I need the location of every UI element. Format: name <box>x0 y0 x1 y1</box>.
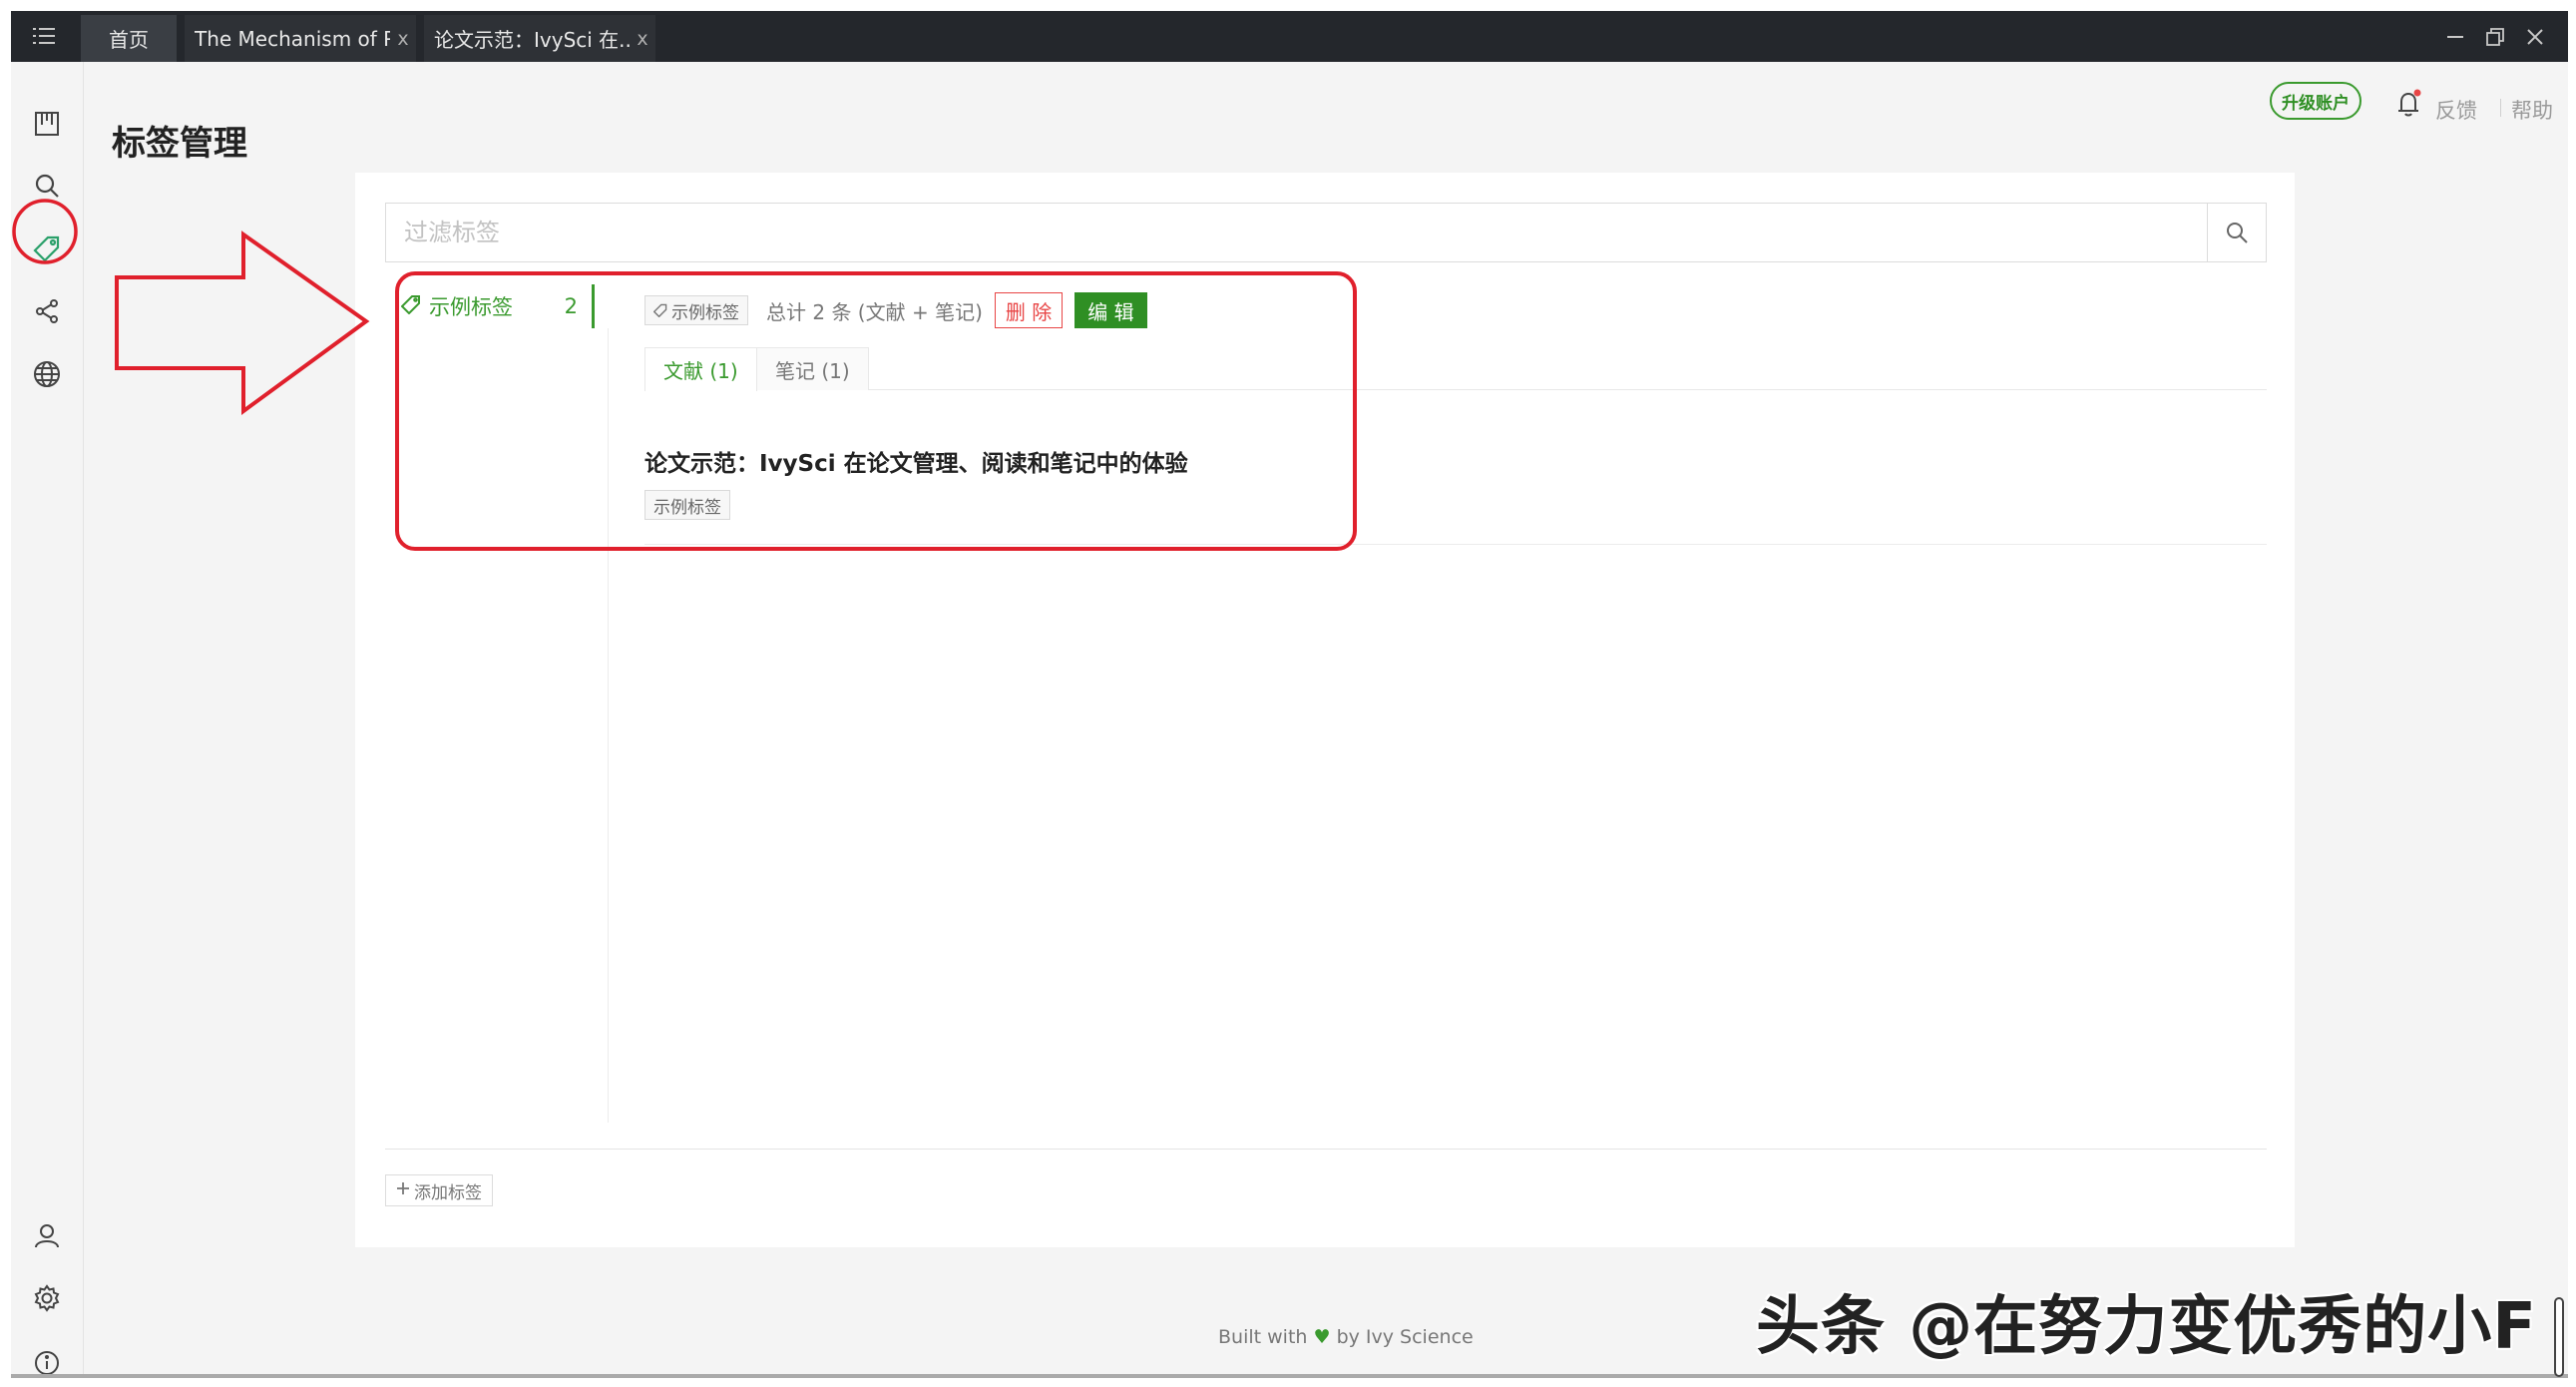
title-bar: 首页 The Mechanism of Pi... x 论文示范：IvySci … <box>11 11 2568 62</box>
menu-icon[interactable] <box>31 23 57 49</box>
feedback-link[interactable]: 反馈 <box>2435 95 2477 125</box>
tag-chip-label: 示例标签 <box>653 497 721 518</box>
tag-icon[interactable] <box>29 231 65 266</box>
user-icon[interactable] <box>29 1217 65 1253</box>
watermark: 头条 @在努力变优秀的小F <box>1756 1290 2537 1364</box>
info-icon[interactable] <box>29 1345 65 1374</box>
add-tag-label: 添加标签 <box>414 1182 482 1203</box>
dashboard-icon[interactable] <box>29 106 65 142</box>
tag-management-panel: 示例标签 2 示例标签 总计 2 条 (文献 + 笔记) 删 除 编 辑 文献 … <box>355 173 2295 1247</box>
built-suffix: by Ivy Science <box>1336 1326 1474 1348</box>
filter-box <box>385 203 2267 262</box>
tag-name: 示例标签 <box>429 295 513 319</box>
tab-literature[interactable]: 文献 (1) <box>644 347 757 391</box>
total-count: 总计 2 条 (文献 + 笔记) <box>766 299 983 324</box>
tab-home[interactable]: 首页 <box>81 15 177 62</box>
tag-chip-label: 示例标签 <box>671 302 739 323</box>
header-divider <box>2500 99 2501 117</box>
tab-close-button[interactable]: x <box>390 28 416 50</box>
add-tag-button[interactable]: 添加标签 <box>385 1174 493 1206</box>
restore-icon[interactable] <box>2479 23 2511 51</box>
notification-bell-icon[interactable] <box>2395 89 2423 119</box>
row-divider <box>644 544 2267 545</box>
tag-list-item[interactable]: 示例标签 2 <box>385 284 595 328</box>
edit-button[interactable]: 编 辑 <box>1074 292 1147 328</box>
sidebar <box>11 62 84 1374</box>
tab-paper-mechanism[interactable]: The Mechanism of Pi... x <box>185 15 416 62</box>
tag-icon <box>653 303 667 317</box>
plus-icon <box>396 1180 410 1200</box>
tag-list: 示例标签 2 <box>385 284 595 1123</box>
footer-credit: Built with ♥ by Ivy Science <box>1218 1326 1474 1348</box>
tab-notes[interactable]: 笔记 (1) <box>756 347 869 390</box>
share-icon[interactable] <box>29 293 65 329</box>
tab-label: 论文示范：IvySci 在... <box>434 28 630 52</box>
delete-button[interactable]: 删 除 <box>994 292 1064 328</box>
search-icon[interactable] <box>29 168 65 204</box>
globe-icon[interactable] <box>29 356 65 392</box>
upgrade-button[interactable]: 升级账户 <box>2270 82 2361 120</box>
close-icon[interactable] <box>2519 23 2551 51</box>
page-title: 标签管理 <box>112 124 247 164</box>
app-window: 首页 The Mechanism of Pi... x 论文示范：IvySci … <box>11 11 2568 1378</box>
panel-divider <box>385 1149 2267 1150</box>
detail-header: 示例标签 总计 2 条 (文献 + 笔记) 删 除 编 辑 <box>644 292 1147 328</box>
gear-icon[interactable] <box>29 1280 65 1316</box>
sub-tabs: 文献 (1) 笔记 (1) <box>644 347 2267 391</box>
tag-icon <box>400 294 421 319</box>
minimize-icon[interactable] <box>2439 23 2471 51</box>
built-prefix: Built with <box>1218 1326 1308 1348</box>
tab-close-button[interactable]: x <box>630 28 655 50</box>
literature-item-title[interactable]: 论文示范：IvySci 在论文管理、阅读和笔记中的体验 <box>644 444 1188 478</box>
help-link[interactable]: 帮助 <box>2511 95 2553 125</box>
tab-paper-demo[interactable]: 论文示范：IvySci 在... x <box>424 15 655 62</box>
tag-chip: 示例标签 <box>644 295 748 325</box>
tab-label: 首页 <box>109 28 149 52</box>
search-button[interactable] <box>2207 204 2266 261</box>
literature-item-tag: 示例标签 <box>644 490 730 520</box>
tag-chip: 示例标签 <box>644 490 730 520</box>
column-divider <box>608 328 609 1123</box>
tab-label: The Mechanism of Pi... <box>195 26 390 51</box>
tag-filter-input[interactable] <box>386 204 2202 261</box>
scrollbar-thumb[interactable] <box>2554 1297 2564 1377</box>
heart-icon: ♥ <box>1313 1326 1331 1348</box>
tag-count: 2 <box>564 294 578 318</box>
